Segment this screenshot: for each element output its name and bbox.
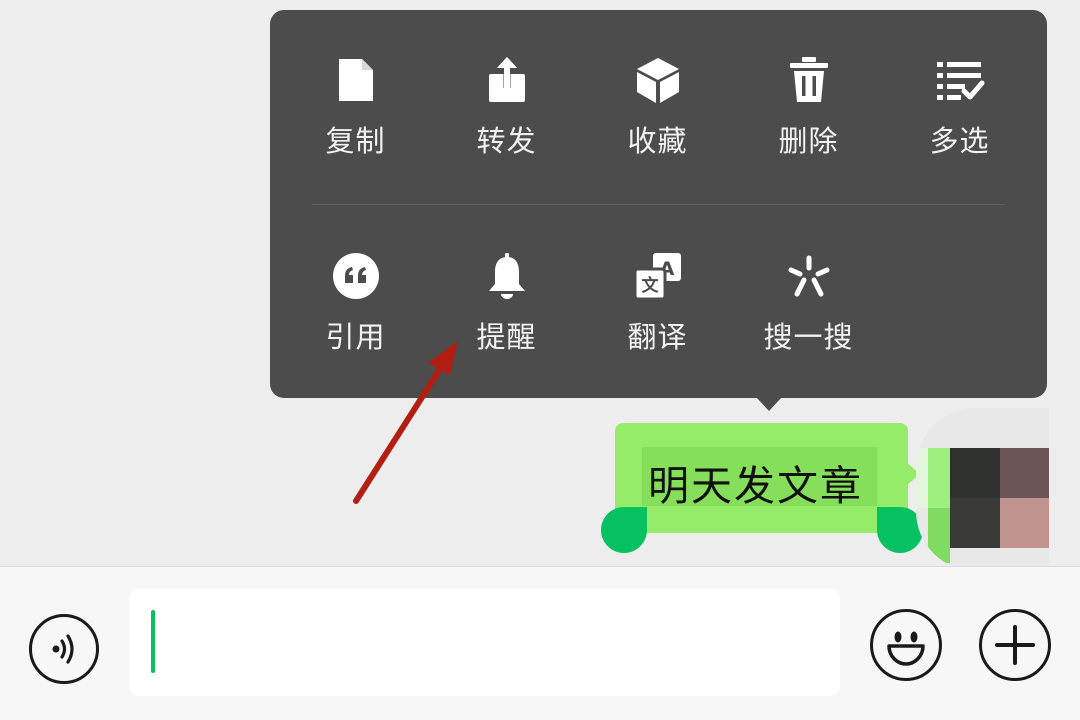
menu-label-forward: 转发 bbox=[476, 124, 537, 158]
menu-row-1: 复制 转发 收藏 删除 多选 bbox=[280, 52, 1035, 160]
more-button[interactable] bbox=[979, 609, 1051, 681]
menu-item-forward[interactable]: 转发 bbox=[431, 52, 582, 160]
voice-icon bbox=[52, 634, 74, 664]
remind-icon bbox=[479, 248, 535, 304]
favorite-icon bbox=[630, 52, 686, 108]
plus-icon bbox=[995, 625, 1035, 665]
multiselect-icon bbox=[932, 52, 988, 108]
menu-item-favorite[interactable]: 收藏 bbox=[582, 52, 733, 160]
menu-item-search[interactable]: 搜一搜 bbox=[733, 248, 884, 356]
menu-pointer bbox=[756, 397, 782, 411]
message-text[interactable]: 明天发文章 bbox=[648, 452, 863, 512]
translate-icon: A 文 bbox=[630, 248, 686, 304]
emoji-button[interactable] bbox=[870, 609, 942, 681]
svg-text:文: 文 bbox=[641, 275, 659, 296]
delete-icon bbox=[781, 52, 837, 108]
menu-label-search: 搜一搜 bbox=[763, 320, 854, 354]
menu-label-remind: 提醒 bbox=[476, 320, 537, 354]
text-caret bbox=[151, 610, 155, 673]
forward-icon bbox=[479, 52, 535, 108]
menu-label-copy: 复制 bbox=[325, 124, 386, 158]
menu-label-favorite: 收藏 bbox=[627, 124, 688, 158]
menu-item-translate[interactable]: A 文 翻译 bbox=[582, 248, 733, 356]
menu-label-multiselect: 多选 bbox=[929, 124, 990, 158]
menu-divider bbox=[312, 204, 1005, 205]
voice-button[interactable] bbox=[29, 614, 99, 684]
copy-icon bbox=[328, 52, 384, 108]
menu-item-copy[interactable]: 复制 bbox=[280, 52, 431, 160]
avatar[interactable] bbox=[916, 408, 1049, 571]
chat-input-bar bbox=[0, 566, 1080, 720]
menu-label-translate: 翻译 bbox=[627, 320, 688, 354]
menu-label-delete: 删除 bbox=[778, 124, 839, 158]
menu-item-delete[interactable]: 删除 bbox=[733, 52, 884, 160]
quote-icon bbox=[328, 248, 384, 304]
emoji-icon bbox=[887, 631, 925, 666]
selection-handle-start[interactable] bbox=[601, 507, 647, 553]
annotation-arrow bbox=[353, 341, 458, 504]
search-icon bbox=[781, 248, 837, 304]
message-input[interactable] bbox=[129, 589, 840, 696]
menu-item-multiselect[interactable]: 多选 bbox=[884, 52, 1035, 160]
